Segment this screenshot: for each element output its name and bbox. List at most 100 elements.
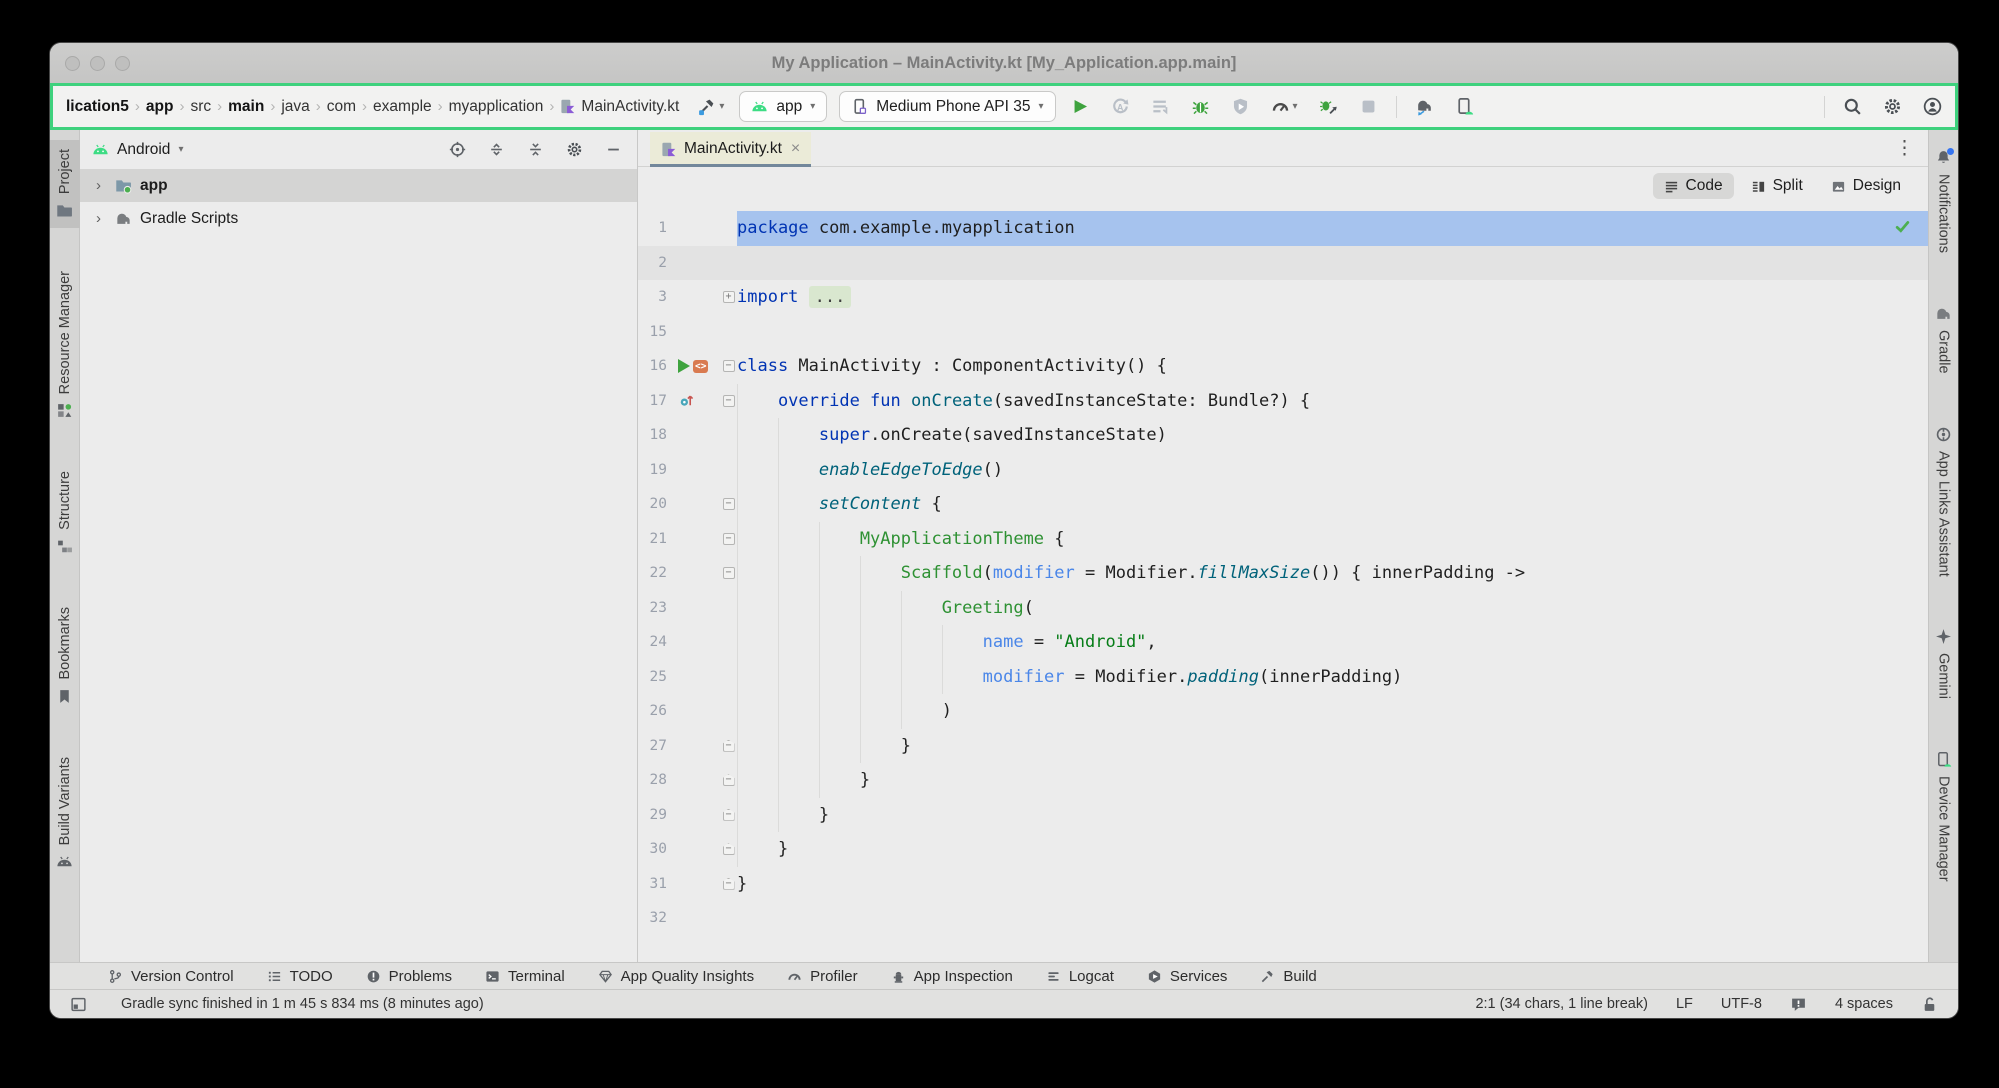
line-number[interactable]: 30 bbox=[638, 832, 676, 867]
code-line-19[interactable]: 19 enableEdgeToEdge() bbox=[638, 453, 1928, 488]
code-line-22[interactable]: 22− Scaffold(modifier = Modifier.fillMax… bbox=[638, 556, 1928, 591]
fold-marker[interactable]: − bbox=[723, 498, 735, 510]
line-number[interactable]: 28 bbox=[638, 763, 676, 798]
toolwindow-version-control[interactable]: Version Control bbox=[108, 968, 234, 985]
code-line-21[interactable]: 21− MyApplicationTheme { bbox=[638, 522, 1928, 557]
hide-panel-button[interactable] bbox=[602, 138, 625, 161]
code-line-text[interactable]: package com.example.myapplication bbox=[737, 211, 1928, 246]
code-line-text[interactable]: class MainActivity : ComponentActivity()… bbox=[737, 349, 1928, 384]
code-line-text[interactable]: } bbox=[737, 867, 1928, 902]
toolwindow-logcat[interactable]: Logcat bbox=[1046, 968, 1114, 985]
code-line-text[interactable]: } bbox=[737, 832, 1928, 867]
apply-code-changes-button[interactable] bbox=[1148, 94, 1173, 119]
code-line-text[interactable] bbox=[737, 315, 1928, 350]
sidebar-item-project[interactable]: Project bbox=[50, 140, 80, 228]
code-line-15[interactable]: 15 bbox=[638, 315, 1928, 350]
code-line-text[interactable]: override fun onCreate(savedInstanceState… bbox=[737, 384, 1928, 419]
run-button[interactable] bbox=[1068, 94, 1093, 119]
lock-open-icon[interactable] bbox=[1921, 996, 1938, 1013]
code-line-text[interactable] bbox=[737, 901, 1928, 936]
run-configuration-select[interactable]: app ▾ bbox=[739, 91, 827, 122]
profile-button[interactable] bbox=[1920, 94, 1945, 119]
sidebar-item-structure[interactable]: Structure bbox=[50, 462, 80, 564]
line-number[interactable]: 21 bbox=[638, 522, 676, 557]
chevron-down-icon[interactable]: ▾ bbox=[178, 144, 183, 155]
toolwindow-services[interactable]: Services bbox=[1147, 968, 1228, 985]
code-line-25[interactable]: 25 modifier = Modifier.padding(innerPadd… bbox=[638, 660, 1928, 695]
code-line-text[interactable]: import ... bbox=[737, 280, 1928, 315]
code-line-1[interactable]: 1 package com.example.myapplication bbox=[638, 211, 1928, 246]
fold-marker[interactable]: − bbox=[723, 360, 735, 372]
sidebar-item-resource-manager[interactable]: Resource Manager bbox=[50, 262, 80, 428]
inspection-ok-icon[interactable] bbox=[1894, 218, 1911, 235]
code-line-29[interactable]: 29− } bbox=[638, 798, 1928, 833]
line-number[interactable]: 31 bbox=[638, 867, 676, 902]
view-mode-code[interactable]: Code bbox=[1653, 173, 1734, 199]
code-line-text[interactable]: } bbox=[737, 729, 1928, 764]
fold-marker[interactable]: − bbox=[723, 878, 735, 890]
code-line-3[interactable]: 3+import ... bbox=[638, 280, 1928, 315]
breadcrumb-item-lication5[interactable]: lication5 bbox=[63, 96, 132, 118]
line-number[interactable]: 15 bbox=[638, 315, 676, 350]
run-with-coverage-button[interactable] bbox=[1228, 94, 1253, 119]
fold-marker[interactable]: − bbox=[723, 774, 735, 786]
breadcrumb-item-myapplication[interactable]: myapplication bbox=[446, 96, 547, 118]
line-number[interactable]: 23 bbox=[638, 591, 676, 626]
line-number[interactable]: 24 bbox=[638, 625, 676, 660]
breadcrumb-item-example[interactable]: example bbox=[370, 96, 435, 118]
minimize-button[interactable] bbox=[90, 56, 105, 71]
code-line-20[interactable]: 20− setContent { bbox=[638, 487, 1928, 522]
line-number[interactable]: 18 bbox=[638, 418, 676, 453]
line-number[interactable]: 32 bbox=[638, 901, 676, 936]
expand-all-button[interactable] bbox=[485, 138, 508, 161]
breadcrumb-item-com[interactable]: com bbox=[324, 96, 359, 118]
file-encoding[interactable]: UTF-8 bbox=[1721, 996, 1762, 1012]
line-number[interactable]: 26 bbox=[638, 694, 676, 729]
code-line-text[interactable]: name = "Android", bbox=[737, 625, 1928, 660]
breadcrumb-item-app[interactable]: app bbox=[143, 96, 177, 118]
editor-options-menu[interactable]: ⋮ bbox=[1895, 137, 1914, 160]
code-line-17[interactable]: 17 − override fun onCreate(savedInstanceS… bbox=[638, 384, 1928, 419]
attach-debugger-button[interactable] bbox=[1316, 94, 1341, 119]
overriding-method-icon[interactable] bbox=[678, 392, 695, 409]
compose-preview-icon[interactable]: <> bbox=[693, 360, 708, 374]
code-line-23[interactable]: 23 Greeting( bbox=[638, 591, 1928, 626]
code-line-18[interactable]: 18 super.onCreate(savedInstanceState) bbox=[638, 418, 1928, 453]
debug-button[interactable] bbox=[1188, 94, 1213, 119]
code-line-text[interactable]: enableEdgeToEdge() bbox=[737, 453, 1928, 488]
stop-button[interactable] bbox=[1356, 94, 1381, 119]
sidebar-item-notifications[interactable]: Notifications bbox=[1929, 140, 1959, 262]
feedback-icon[interactable] bbox=[1790, 996, 1807, 1013]
fold-marker[interactable]: − bbox=[723, 740, 735, 752]
chevron-right-icon[interactable]: › bbox=[96, 177, 107, 194]
search-everywhere-button[interactable] bbox=[1840, 94, 1865, 119]
code-line-30[interactable]: 30− } bbox=[638, 832, 1928, 867]
line-number[interactable]: 3 bbox=[638, 280, 676, 315]
toolwindow-problems[interactable]: Problems bbox=[366, 968, 452, 985]
device-select[interactable]: Medium Phone API 35 ▾ bbox=[839, 91, 1055, 122]
locate-button[interactable] bbox=[446, 138, 469, 161]
breadcrumb-item-main[interactable]: main bbox=[225, 96, 267, 118]
fold-marker[interactable]: − bbox=[723, 395, 735, 407]
status-message[interactable]: Gradle sync finished in 1 m 45 s 834 ms … bbox=[121, 996, 484, 1012]
line-number[interactable]: 17 bbox=[638, 384, 676, 419]
breadcrumb-item-src[interactable]: src bbox=[187, 96, 214, 118]
toolwindow-build[interactable]: Build bbox=[1260, 968, 1316, 985]
view-mode-design[interactable]: Design bbox=[1820, 173, 1912, 199]
sidebar-item-bookmarks[interactable]: Bookmarks bbox=[50, 598, 80, 714]
running-devices-button[interactable] bbox=[1452, 94, 1477, 119]
code-line-2[interactable]: 2 bbox=[638, 246, 1928, 281]
sidebar-item-device-manager[interactable]: Device Manager bbox=[1929, 742, 1959, 891]
toolwindow-todo[interactable]: TODO bbox=[267, 968, 333, 985]
toolwindow-app-inspection[interactable]: App Inspection bbox=[891, 968, 1013, 985]
build-menu-button[interactable]: ▾ bbox=[694, 94, 727, 119]
breadcrumb-item-mainactivity-kt[interactable]: MainActivity.kt bbox=[557, 96, 682, 118]
code-line-text[interactable]: MyApplicationTheme { bbox=[737, 522, 1928, 557]
chevron-right-icon[interactable]: › bbox=[96, 210, 107, 227]
fold-marker[interactable]: − bbox=[723, 567, 735, 579]
code-line-text[interactable]: super.onCreate(savedInstanceState) bbox=[737, 418, 1928, 453]
line-number[interactable]: 1 bbox=[638, 211, 676, 246]
code-line-26[interactable]: 26 ) bbox=[638, 694, 1928, 729]
line-number[interactable]: 27 bbox=[638, 729, 676, 764]
breadcrumb-item-java[interactable]: java bbox=[278, 96, 312, 118]
